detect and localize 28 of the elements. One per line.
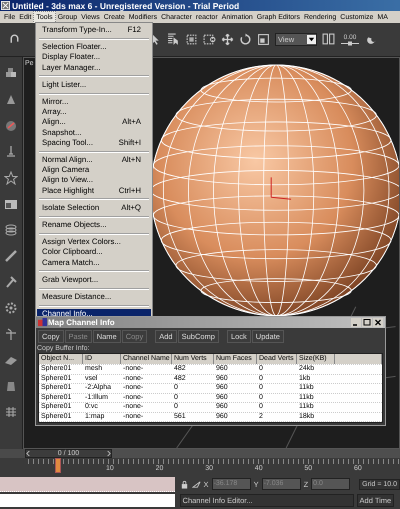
listener-field[interactable] <box>0 477 175 492</box>
scale-icon[interactable] <box>257 33 270 46</box>
grid-icon[interactable] <box>4 405 18 419</box>
axis-gizmo-icon <box>270 176 292 200</box>
stack-icon[interactable] <box>4 223 18 237</box>
app-icon <box>38 318 47 327</box>
gear-icon[interactable] <box>4 301 18 315</box>
hammer-icon[interactable] <box>4 275 18 289</box>
lock-icon[interactable] <box>180 480 189 488</box>
minimize-icon[interactable] <box>351 318 361 327</box>
maximize-icon[interactable] <box>362 318 372 327</box>
sphere-icon[interactable] <box>4 119 18 133</box>
move-icon[interactable] <box>221 33 234 46</box>
rotate-icon[interactable] <box>239 33 252 46</box>
wireframe-sphere-drawing[interactable] <box>150 64 399 316</box>
cone-icon[interactable] <box>4 93 18 107</box>
window-title: Untitled - 3ds max 6 - Unregistered Version - Trial Period <box>12 0 240 10</box>
star-icon[interactable] <box>4 171 18 185</box>
select-by-name-icon[interactable] <box>167 33 180 46</box>
dialog-title: Map Channel Info <box>48 318 115 327</box>
close-icon[interactable] <box>373 318 383 327</box>
crossing-select-icon[interactable] <box>203 33 216 46</box>
app-icon <box>1 1 10 10</box>
dropdown-arrow-icon <box>307 35 316 44</box>
undo-icon[interactable] <box>8 33 21 46</box>
frame-marker[interactable] <box>55 458 61 473</box>
region-select-icon[interactable] <box>185 33 198 46</box>
window-icon[interactable] <box>4 197 18 211</box>
